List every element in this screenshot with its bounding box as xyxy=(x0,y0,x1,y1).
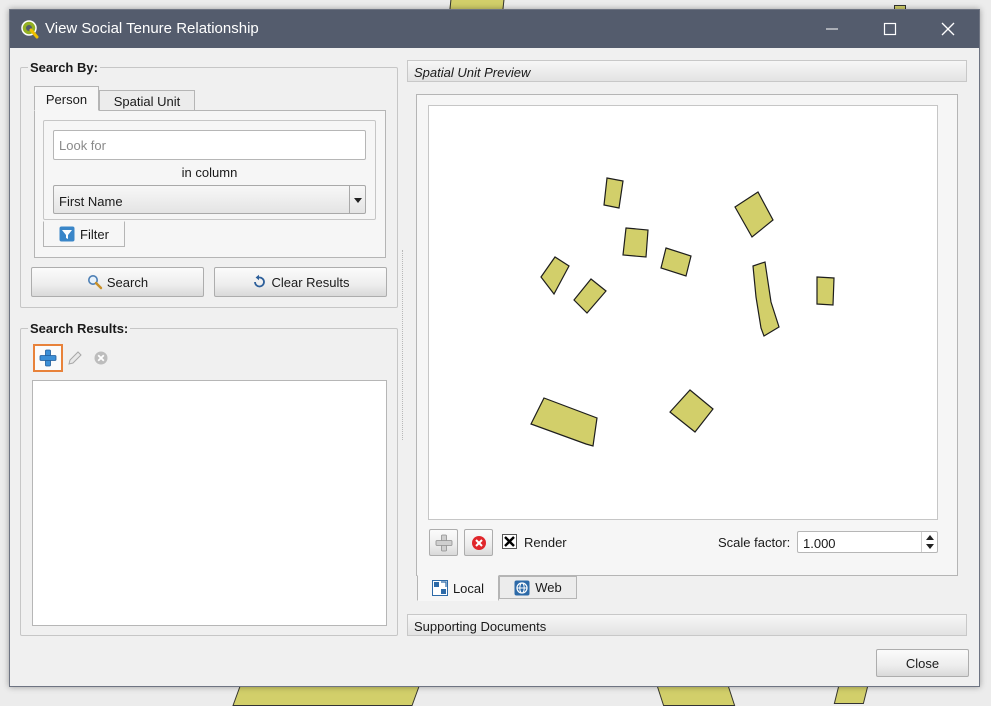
arrow-up-icon[interactable] xyxy=(926,535,934,540)
spatial-unit-preview-header[interactable]: Spatial Unit Preview xyxy=(407,60,967,82)
parcel xyxy=(530,397,598,447)
background-parcel xyxy=(232,686,420,706)
close-window-button[interactable] xyxy=(919,10,977,48)
spin-buttons[interactable] xyxy=(921,532,937,552)
parcel xyxy=(540,256,570,296)
tab-local-label: Local xyxy=(452,580,485,596)
parcel xyxy=(660,247,692,277)
search-button[interactable]: Search xyxy=(31,267,204,297)
background-parcel xyxy=(833,686,869,704)
close-button[interactable]: Close xyxy=(876,649,969,677)
edit-str-button[interactable] xyxy=(64,347,86,369)
filter-tab[interactable]: Filter xyxy=(43,221,125,247)
parcel xyxy=(573,278,607,314)
filter-tab-label: Filter xyxy=(80,226,109,242)
funnel-icon xyxy=(59,226,75,242)
clear-results-button[interactable]: Clear Results xyxy=(214,267,387,297)
look-for-input[interactable] xyxy=(53,130,366,160)
tab-local[interactable]: Local xyxy=(417,575,499,601)
close-icon xyxy=(941,22,955,36)
scale-factor-spinbox[interactable]: 1.000 xyxy=(797,531,938,553)
qgis-logo-icon xyxy=(20,19,40,39)
scale-factor-value: 1.000 xyxy=(803,536,836,551)
magnifier-icon xyxy=(87,274,103,290)
clear-results-label: Clear Results xyxy=(271,274,350,290)
str-dialog: View Social Tenure Relationship Search B… xyxy=(9,9,980,687)
title-bar: View Social Tenure Relationship xyxy=(10,10,979,48)
check-icon xyxy=(504,536,515,547)
globe-icon xyxy=(514,580,530,596)
column-select-value: First Name xyxy=(59,194,123,209)
in-column-label: in column xyxy=(181,165,238,180)
parcel xyxy=(669,389,714,433)
map-canvas[interactable] xyxy=(428,105,938,520)
add-icon xyxy=(435,534,452,551)
arrow-down-icon[interactable] xyxy=(926,544,934,549)
supporting-documents-title: Supporting Documents xyxy=(414,619,547,634)
supporting-documents-header[interactable]: Supporting Documents xyxy=(407,614,967,636)
parcel xyxy=(734,191,774,238)
window-title: View Social Tenure Relationship xyxy=(45,20,259,37)
search-button-label: Search xyxy=(106,274,149,290)
search-results-title: Search Results: xyxy=(28,321,131,336)
parcel xyxy=(752,261,780,337)
spatial-unit-preview-title: Spatial Unit Preview xyxy=(414,65,531,80)
add-icon xyxy=(39,349,57,367)
minimize-button[interactable] xyxy=(803,10,861,48)
tab-person[interactable]: Person xyxy=(34,86,99,111)
remove-str-button[interactable] xyxy=(90,347,112,369)
search-by-title: Search By: xyxy=(28,60,100,75)
pencil-icon xyxy=(68,351,82,365)
maximize-button[interactable] xyxy=(861,10,919,48)
remove-icon xyxy=(471,535,486,550)
undo-icon xyxy=(251,274,267,290)
splitter-handle[interactable] xyxy=(402,250,403,440)
parcel xyxy=(622,227,649,258)
column-select[interactable]: First Name xyxy=(53,185,366,214)
minimize-icon xyxy=(826,28,838,30)
tab-web-label: Web xyxy=(535,580,562,595)
parcel xyxy=(603,177,624,209)
maximize-icon xyxy=(883,22,897,36)
render-checkbox[interactable] xyxy=(502,534,517,549)
chevron-down-icon[interactable] xyxy=(349,186,365,213)
parcel xyxy=(816,276,835,306)
add-str-button[interactable] xyxy=(33,344,63,372)
tab-web[interactable]: Web xyxy=(499,576,577,599)
background-parcel xyxy=(656,686,736,706)
render-label: Render xyxy=(524,535,567,550)
scale-factor-label: Scale factor: xyxy=(718,535,791,550)
tab-spatial-unit[interactable]: Spatial Unit xyxy=(99,90,195,111)
parcel-map xyxy=(530,177,835,447)
search-results-tree[interactable] xyxy=(32,380,387,626)
add-spatial-unit-button[interactable] xyxy=(429,529,458,556)
remove-spatial-unit-button[interactable] xyxy=(464,529,493,556)
local-map-icon xyxy=(431,580,448,596)
remove-icon xyxy=(94,351,108,365)
